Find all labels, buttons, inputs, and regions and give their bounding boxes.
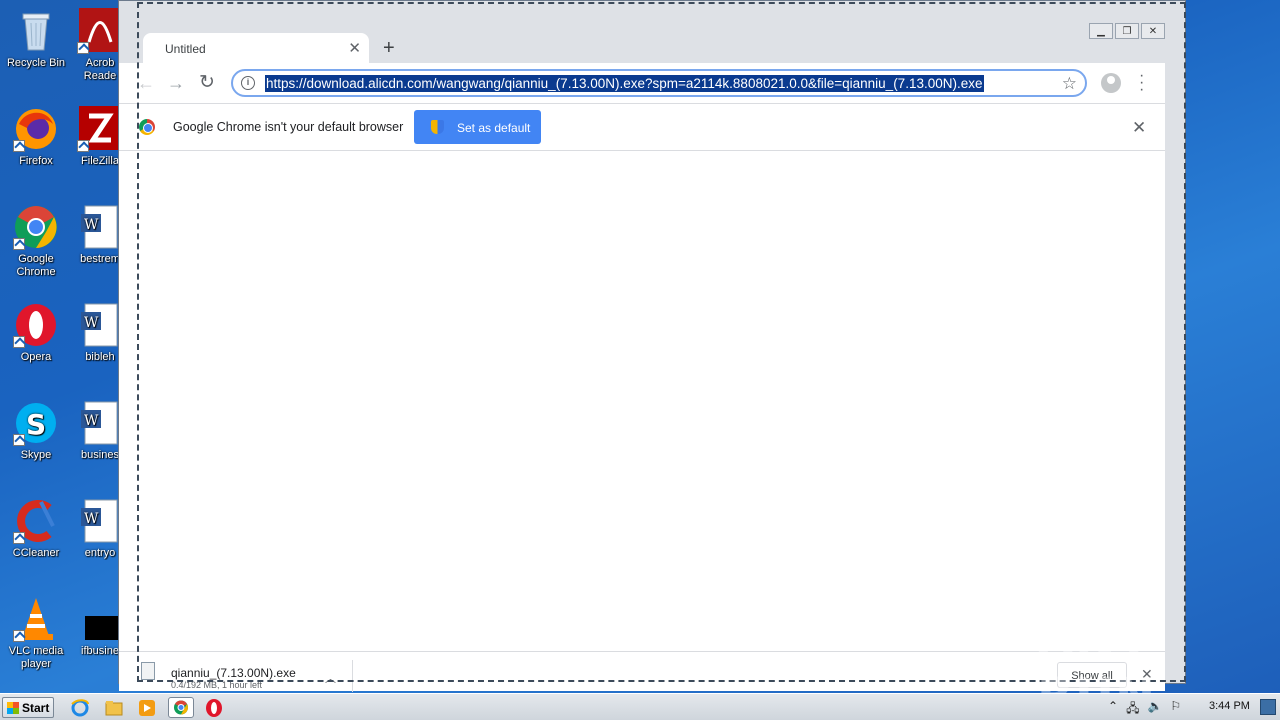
filezilla-icon [77, 106, 123, 152]
chrome-taskbar-icon[interactable] [168, 697, 194, 718]
network-icon[interactable]: 🖧 [1126, 699, 1139, 720]
opera-taskbar-icon[interactable] [204, 698, 224, 718]
bookmark-star-icon[interactable]: ☆ [1062, 74, 1077, 94]
desktop-icon-label: Acrob Reade [83, 57, 117, 82]
desktop-icon-label: Google Chrome [16, 253, 56, 278]
word-doc-icon: W [77, 498, 123, 544]
page-content [119, 151, 1165, 651]
tray-expand-icon[interactable]: ⌃ [1108, 699, 1118, 720]
start-label: Start [22, 701, 50, 715]
download-filename: qianniu_(7.13.00N).exe [171, 666, 296, 680]
browser-toolbar: ← → ↻ i https://download.alicdn.com/wang… [119, 63, 1165, 103]
desktop-icon-vlc[interactable]: VLC media player [1, 596, 71, 671]
chrome-window: ▁ ❐ ✕ Untitled ✕ + ← → ↻ i https://downl… [118, 0, 1186, 692]
desktop-icon-label: bestrem [80, 253, 120, 265]
desktop-icon-google-chrome[interactable]: Google Chrome [1, 204, 71, 279]
reload-icon[interactable]: ↻ [199, 71, 215, 94]
exe-file-icon [141, 662, 155, 680]
taskbar: Start ⌃ 🖧 🔈 ⚐ 3:44 PM [0, 693, 1280, 720]
desktop-icon-label: Recycle Bin [6, 57, 66, 69]
firefox-icon [13, 106, 59, 152]
chrome-icon [13, 204, 59, 250]
taskbar-clock[interactable]: 3:44 PM [1209, 700, 1250, 712]
default-browser-infobar: Google Chrome isn't your default browser… [119, 103, 1165, 151]
desktop-icon-label: busines [81, 449, 119, 461]
infobar-message: Google Chrome isn't your default browser [173, 120, 404, 134]
svg-text:W: W [84, 413, 99, 429]
desktop-icon-skype[interactable]: S Skype [1, 400, 71, 462]
new-tab-button[interactable]: + [383, 37, 395, 60]
skype-icon: S [13, 400, 59, 446]
recycle-bin-icon [13, 8, 59, 54]
minimize-button[interactable]: ▁ [1089, 23, 1113, 39]
black-file-icon [77, 596, 123, 642]
set-as-default-button[interactable]: Set as default [414, 110, 541, 144]
word-doc-icon: W [77, 400, 123, 446]
back-arrow-icon[interactable]: ← [137, 73, 155, 94]
close-window-button[interactable]: ✕ [1141, 23, 1165, 39]
start-button[interactable]: Start [2, 697, 54, 718]
word-doc-icon: W [77, 302, 123, 348]
uac-shield-icon [431, 120, 444, 134]
word-doc-icon: W [77, 204, 123, 250]
chrome-logo-icon [139, 119, 155, 135]
url-text[interactable]: https://download.alicdn.com/wangwang/qia… [265, 75, 984, 92]
profile-avatar-icon[interactable] [1101, 73, 1121, 93]
desktop-icon-label: Opera [20, 351, 52, 363]
windows-logo-icon [7, 702, 19, 714]
download-item[interactable]: qianniu_(7.13.00N).exe 0.4/192 MB, 1 hou… [141, 660, 353, 692]
show-desktop-button[interactable] [1260, 699, 1276, 715]
chrome-menu-icon[interactable]: · · · [1139, 68, 1144, 98]
ie-taskbar-icon[interactable] [70, 698, 90, 718]
desktop-icon-label: VLC media player [8, 645, 64, 670]
ccleaner-icon [13, 498, 59, 544]
svg-text:S: S [26, 408, 46, 441]
desktop-icon-ccleaner[interactable]: CCleaner [1, 498, 71, 560]
svg-text:W: W [84, 315, 99, 331]
svg-text:W: W [84, 511, 99, 527]
restore-button[interactable]: ❐ [1115, 23, 1139, 39]
download-status: 0.4/192 MB, 1 hour left [171, 680, 263, 690]
desktop-icon-label: Skype [20, 449, 52, 461]
desktop-icon-label: entryo [84, 547, 116, 559]
desktop-icon-label: bibleh [85, 351, 115, 363]
volume-icon[interactable]: 🔈 [1147, 699, 1162, 720]
acrobat-icon [77, 8, 123, 54]
download-shelf: qianniu_(7.13.00N).exe 0.4/192 MB, 1 hou… [119, 651, 1165, 692]
address-bar[interactable]: i https://download.alicdn.com/wangwang/q… [231, 69, 1087, 97]
media-player-taskbar-icon[interactable] [137, 698, 157, 718]
tab-untitled[interactable]: Untitled ✕ [143, 33, 369, 63]
vlc-cone-icon [13, 596, 59, 642]
explorer-taskbar-icon[interactable] [104, 698, 124, 718]
desktop-icon-label: ifbusine [81, 645, 119, 657]
window-caption-buttons: ▁ ❐ ✕ [1089, 23, 1165, 39]
desktop-icon-firefox[interactable]: Firefox [1, 106, 71, 168]
desktop-icon-label: FileZilla [81, 155, 119, 167]
tab-close-icon[interactable]: ✕ [348, 39, 361, 57]
opera-icon [13, 302, 59, 348]
infobar-close-icon[interactable]: ✕ [1132, 118, 1146, 138]
desktop-icon-opera[interactable]: Opera [1, 302, 71, 364]
action-center-flag-icon[interactable]: ⚐ [1170, 699, 1181, 720]
forward-arrow-icon[interactable]: → [167, 73, 185, 94]
site-info-icon[interactable]: i [241, 76, 255, 90]
set-as-default-label: Set as default [457, 121, 531, 135]
desktop-icon-recycle-bin[interactable]: Recycle Bin [1, 8, 71, 70]
system-tray: ⌃ 🖧 🔈 ⚐ [1108, 699, 1181, 720]
tab-title: Untitled [165, 42, 206, 56]
svg-text:W: W [84, 217, 99, 233]
desktop-icon-label: CCleaner [12, 547, 60, 559]
chevron-up-icon[interactable]: ︿ [325, 670, 336, 686]
desktop-icon-label: Firefox [19, 155, 53, 167]
